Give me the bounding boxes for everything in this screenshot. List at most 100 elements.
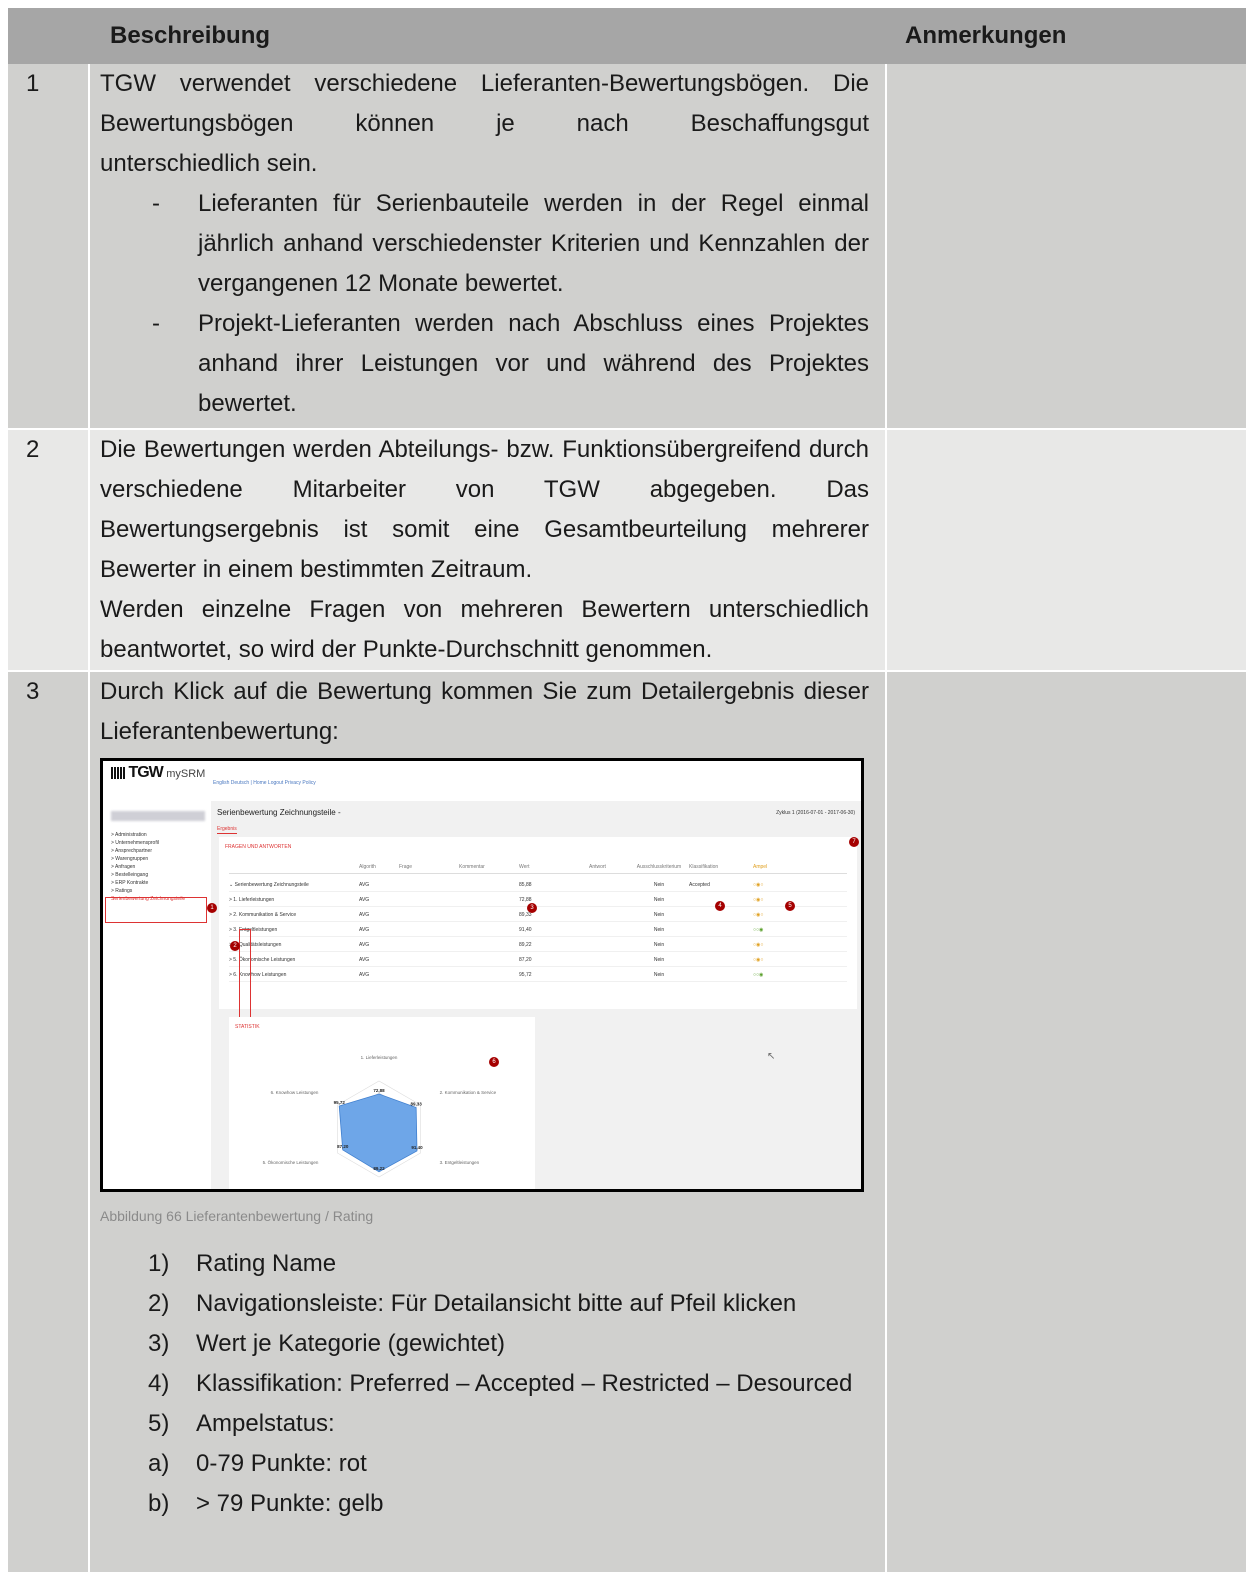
- table-row[interactable]: > 1. Lieferleistungen AVG 72,88 Nein ○◉○: [229, 896, 847, 907]
- list-number: 2): [148, 1290, 170, 1317]
- sidebar-item[interactable]: > Unternehmensprofil: [103, 839, 211, 847]
- table-row: 2 Die Bewertungen werden Abteilungs- bzw…: [8, 430, 1246, 672]
- header-number-cell: [8, 8, 90, 64]
- column-header: Wert: [519, 864, 530, 870]
- numbered-list: 1) Rating Name 2) Navigationsleiste: Für De…: [100, 1244, 869, 1444]
- list-item: 3) Wert je Kategorie (gewichtet): [148, 1324, 869, 1364]
- table-row[interactable]: > 2. Kommunikation & Service AVG 89,33 Nein…: [229, 911, 847, 922]
- callout-marker: 1: [207, 903, 217, 913]
- column-header: Ampel: [753, 864, 768, 870]
- radar-axis-label: 2. Kommunikation & Service: [440, 1090, 497, 1095]
- table-cell: [399, 941, 459, 951]
- table-row[interactable]: > 5. Ökonomische Leistungen AVG 87,20 Nein ○…: [229, 956, 847, 967]
- table-cell: AVG: [359, 957, 370, 963]
- table-header: Beschreibung Anmerkungen: [8, 8, 1246, 64]
- column-header: [229, 863, 359, 871]
- sidebar-item[interactable]: > Anfragen: [103, 863, 211, 871]
- dash-marker: -: [152, 190, 160, 217]
- table-cell: [589, 956, 629, 966]
- table-cell: Nein: [653, 912, 665, 918]
- row-description: TGW verwendet verschiedene Lieferanten-B…: [90, 64, 887, 428]
- row-remarks: [887, 672, 1246, 1572]
- table-cell: [399, 896, 459, 906]
- table-cell: 89,22: [519, 942, 532, 948]
- header-remarks: Anmerkungen: [905, 22, 1067, 49]
- table-cell: Nein: [653, 927, 665, 933]
- column-header: Klassifikation: [689, 864, 719, 870]
- dash-marker: -: [152, 310, 160, 337]
- column-header: Frage: [399, 864, 413, 870]
- table-cell: [459, 941, 519, 951]
- table-cell: [459, 971, 519, 981]
- sub-list-item: b) > 79 Punkte: gelb: [148, 1484, 869, 1524]
- table-cell: [689, 971, 753, 981]
- navigation-highlight: [239, 929, 251, 1023]
- row-description: Durch Klick auf die Bewertung kommen Sie…: [90, 672, 887, 1572]
- callout-marker: 7: [849, 837, 859, 847]
- sidebar-item[interactable]: > Bestelleingang: [103, 871, 211, 879]
- column-header: Ausschlusskriterium: [636, 864, 682, 870]
- tab-ergebnis: Ergebnis: [217, 826, 237, 834]
- table-cell: [689, 926, 753, 936]
- table-cell: Nein: [653, 897, 665, 903]
- table-cell: [399, 881, 459, 891]
- radar-series-area: [338, 1093, 418, 1173]
- table-cell: [689, 956, 753, 966]
- table-row[interactable]: ⌄ Serienbewertung Zeichnungsteile AVG 85,8…: [229, 881, 847, 892]
- table-cell: [589, 926, 629, 936]
- table-cell: [689, 911, 753, 921]
- list-text: Navigationsleiste: Für Detailansicht bit…: [196, 1290, 797, 1317]
- callout-marker: 2: [230, 941, 240, 951]
- table-row: 3 Durch Klick auf die Bewertung kommen S…: [8, 672, 1246, 1572]
- screenshot-main: Serienbewertung Zeichnungsteile - Zyklus…: [211, 801, 861, 1189]
- table-cell: [459, 881, 519, 891]
- table-cell: [459, 896, 519, 906]
- table-cell: ○◉○: [753, 957, 764, 963]
- sidebar-item[interactable]: > ERP Kontrakte: [103, 879, 211, 887]
- sub-list-letter: a): [148, 1450, 170, 1477]
- sub-list-text: 0-79 Punkte: rot: [196, 1450, 367, 1477]
- table-row[interactable]: > 3. Entgeltleistungen AVG 91,40 Nein ○○◉: [229, 926, 847, 937]
- radar-value-label: 87,20: [337, 1144, 349, 1149]
- list-number: 4): [148, 1370, 170, 1397]
- table-row[interactable]: > 4. Qualitätsleistungen AVG 89,22 Nein ○◉○: [229, 941, 847, 952]
- table-cell: AVG: [359, 912, 370, 918]
- list-item: 5) Ampelstatus:: [148, 1404, 869, 1444]
- table-cell: ○○◉: [753, 972, 764, 978]
- sidebar-item[interactable]: > Administration: [103, 831, 211, 839]
- radar-axis-label: 3. Entgeltleistungen: [440, 1160, 480, 1165]
- sidebar-item[interactable]: > Ansprechpartner: [103, 847, 211, 855]
- list-text: Klassifikation: Preferred – Accepted – R…: [196, 1370, 853, 1397]
- radar-axis-label: 6. Knowhow Leistungen: [271, 1090, 319, 1095]
- sidebar-item[interactable]: > Warengruppen: [103, 855, 211, 863]
- screenshot-title: Serienbewertung Zeichnungsteile -: [217, 808, 341, 817]
- table-cell: [399, 926, 459, 936]
- table-cell: 87,20: [519, 957, 532, 963]
- table-cell: Nein: [653, 882, 665, 888]
- table-cell: [589, 971, 629, 981]
- table-cell: ○◉○: [753, 942, 764, 948]
- screenshot-sidebar: > Administration > Unternehmensprofil > An…: [103, 801, 212, 1189]
- table-cell: Nein: [653, 972, 665, 978]
- screenshot-topbar: TGW mySRM English Deutsch | Home Logout …: [103, 761, 861, 791]
- sub-list: a) 0-79 Punkte: rot b) > 79 Punkte: gelb: [100, 1444, 869, 1524]
- row-number: 3: [8, 672, 90, 1572]
- callout-marker: 4: [715, 901, 725, 911]
- table-cell: 85,88: [519, 882, 532, 888]
- radar-value-label: 95,72: [334, 1100, 346, 1105]
- description-table: Beschreibung Anmerkungen 1 TGW verwendet…: [8, 8, 1246, 1572]
- rating-name-highlight: [105, 897, 207, 923]
- tgw-logo: TGW mySRM: [111, 765, 205, 782]
- table-row[interactable]: > 6. Knowhow Leistungen AVG 95,72 Nein ○○◉: [229, 971, 847, 982]
- table-cell: AVG: [359, 897, 370, 903]
- table-cell: 95,72: [519, 972, 532, 978]
- row-number: 2: [8, 430, 90, 670]
- sidebar-item[interactable]: > Ratings: [103, 887, 211, 895]
- header-description: Beschreibung: [110, 22, 271, 49]
- list-item: 1) Rating Name: [148, 1244, 869, 1284]
- table-cell: AVG: [359, 882, 370, 888]
- table-cell: AVG: [359, 972, 370, 978]
- table-cell: AVG: [359, 927, 370, 933]
- paragraph: Werden einzelne Fragen von mehreren Bewe…: [100, 596, 869, 663]
- radar-value-label: 89,33: [411, 1102, 423, 1107]
